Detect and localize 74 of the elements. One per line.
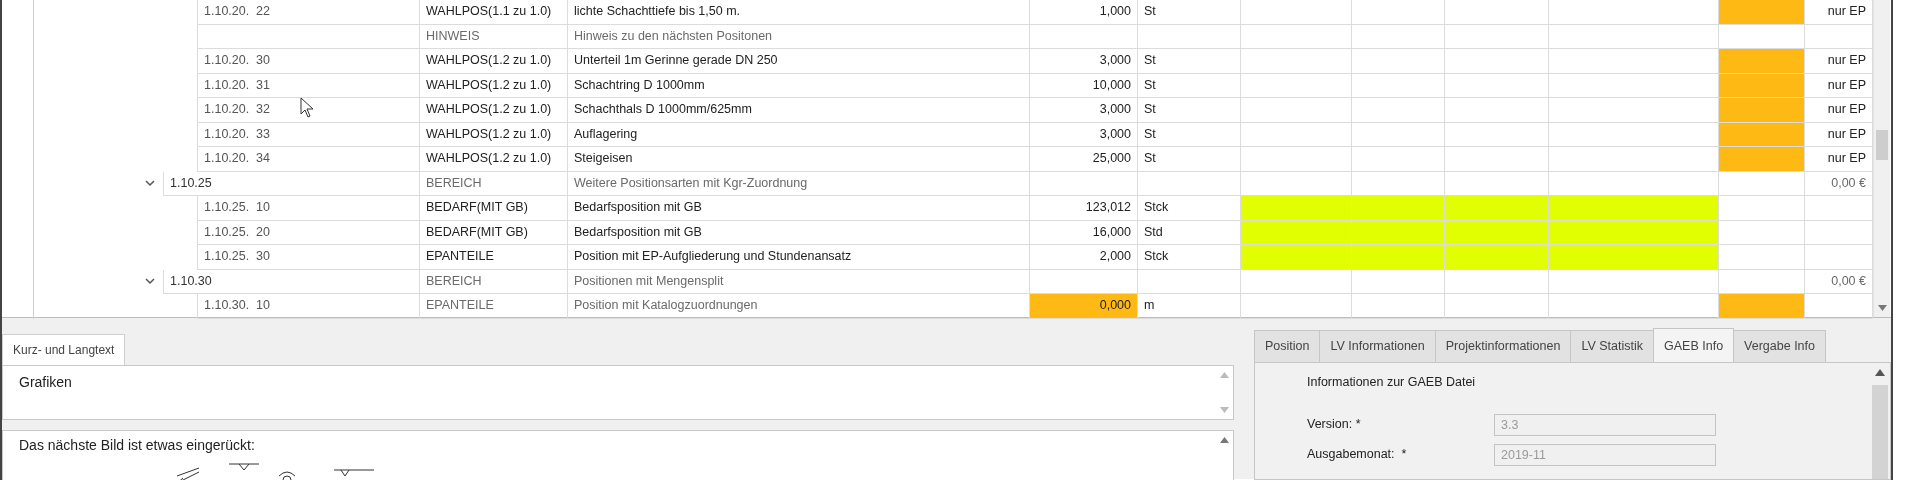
table-cell: EPANTEILE (420, 245, 568, 270)
table-cell: EPANTEILE (420, 294, 568, 319)
table-cell: 25,000 (1030, 147, 1138, 172)
section-heading: Informationen zur GAEB Datei (1307, 373, 1476, 391)
table-cell: Auflagering (568, 122, 1030, 147)
table-cell: Positionen mit Mengensplit (568, 269, 1030, 294)
table-cell: WAHLPOS(1.1 zu 1.0) (420, 0, 568, 25)
table-cell: WAHLPOS(1.2 zu 1.0) (420, 73, 568, 98)
tab[interactable]: Kurz- und Langtext (2, 334, 126, 365)
field-label: Ausgabemonat: * (1307, 446, 1408, 464)
table-cell: 1.10.25. 20 (198, 220, 420, 245)
tab[interactable]: LV Informationen (1319, 330, 1436, 362)
table-cell: Hinweis zu den nächsten Positonen (568, 24, 1030, 49)
table-cell: 1.10.25. 10 (198, 196, 420, 221)
table-cell: 1.10.20. 33 (198, 122, 420, 147)
table-cell: 2,000 (1030, 245, 1138, 270)
table-cell: 1.10.20. 22 (198, 0, 420, 25)
table-cell: Schachtring D 1000mm (568, 73, 1030, 98)
table-cell: St (1138, 122, 1241, 147)
table-cell: 3,000 (1030, 49, 1138, 74)
scroll-down-icon[interactable] (1878, 305, 1887, 311)
tab[interactable]: Position (1254, 330, 1321, 362)
collapse-icon[interactable] (145, 278, 155, 286)
table-cell: 1.10.25 (163, 171, 420, 196)
scroll-up-icon[interactable] (1220, 437, 1229, 443)
cursor-icon (300, 97, 314, 118)
table-cell: Weitere Positionsarten mit Kgr-Zuordnung (568, 171, 1030, 196)
table-cell: m (1138, 294, 1241, 319)
table-cell: 0,000 (1030, 294, 1138, 319)
tab[interactable]: LV Statistik (1570, 330, 1655, 362)
table-cell: BEREICH (420, 171, 568, 196)
table-cell: 123,012 (1030, 196, 1138, 221)
scroll-up-icon[interactable] (1875, 368, 1885, 376)
table-cell: BEREICH (420, 269, 568, 294)
scrollbar-thumb[interactable] (1872, 384, 1888, 479)
table-cell: 1,000 (1030, 0, 1138, 25)
table-cell: WAHLPOS(1.2 zu 1.0) (420, 147, 568, 172)
tab[interactable]: Vergabe Info (1733, 330, 1826, 362)
table-cell: 1.10.30 (163, 269, 420, 294)
table-cell: 1.10.20. 34 (198, 147, 420, 172)
table-cell: Unterteil 1m Gerinne gerade DN 250 (568, 49, 1030, 74)
table-cell: 3,000 (1030, 122, 1138, 147)
table-cell: 1.10.20. 30 (198, 49, 420, 74)
table-cell: 3,000 (1030, 98, 1138, 123)
table-cell: Position mit EP-Aufgliederung und Stundenansatz (568, 245, 1030, 270)
paragraph: Das nächste Bild ist etwas eingerückt: (19, 436, 255, 455)
table-cell: BEDARF(MIT GB) (420, 196, 568, 221)
tab[interactable]: GAEB Info (1653, 328, 1735, 362)
table-cell: St (1138, 147, 1241, 172)
table-cell: Schachthals D 1000mm/625mm (568, 98, 1030, 123)
section-heading: Grafiken (19, 374, 72, 390)
table-cell: 1.10.20. 31 (198, 73, 420, 98)
table-cell: WAHLPOS(1.2 zu 1.0) (420, 122, 568, 147)
table-cell: St (1138, 73, 1241, 98)
table-cell: lichte Schachttiefe bis 1,50 m. (568, 0, 1030, 25)
table-cell: Position mit Katalogzuordnungen (568, 294, 1030, 319)
table-cell: Steigeisen (568, 147, 1030, 172)
tab[interactable]: Projektinformationen (1434, 330, 1572, 362)
table-cell: WAHLPOS(1.2 zu 1.0) (420, 49, 568, 74)
table-cell: St (1138, 0, 1241, 25)
collapse-icon[interactable] (145, 180, 155, 188)
table-cell: 16,000 (1030, 220, 1138, 245)
table-cell: 10,000 (1030, 73, 1138, 98)
scrollbar-thumb[interactable] (1876, 130, 1888, 160)
table-cell: Bedarfsposition mit GB (568, 196, 1030, 221)
table-cell: St (1138, 49, 1241, 74)
table-cell: 1.10.30. 10 (198, 294, 420, 319)
table-cell: 1.10.25. 30 (198, 245, 420, 270)
table-cell: Bedarfsposition mit GB (568, 220, 1030, 245)
table-cell: BEDARF(MIT GB) (420, 220, 568, 245)
field-label: Version: * (1307, 416, 1362, 434)
table-cell: St (1138, 98, 1241, 123)
table-cell: HINWEIS (420, 24, 568, 49)
table-cell: WAHLPOS(1.2 zu 1.0) (420, 98, 568, 123)
